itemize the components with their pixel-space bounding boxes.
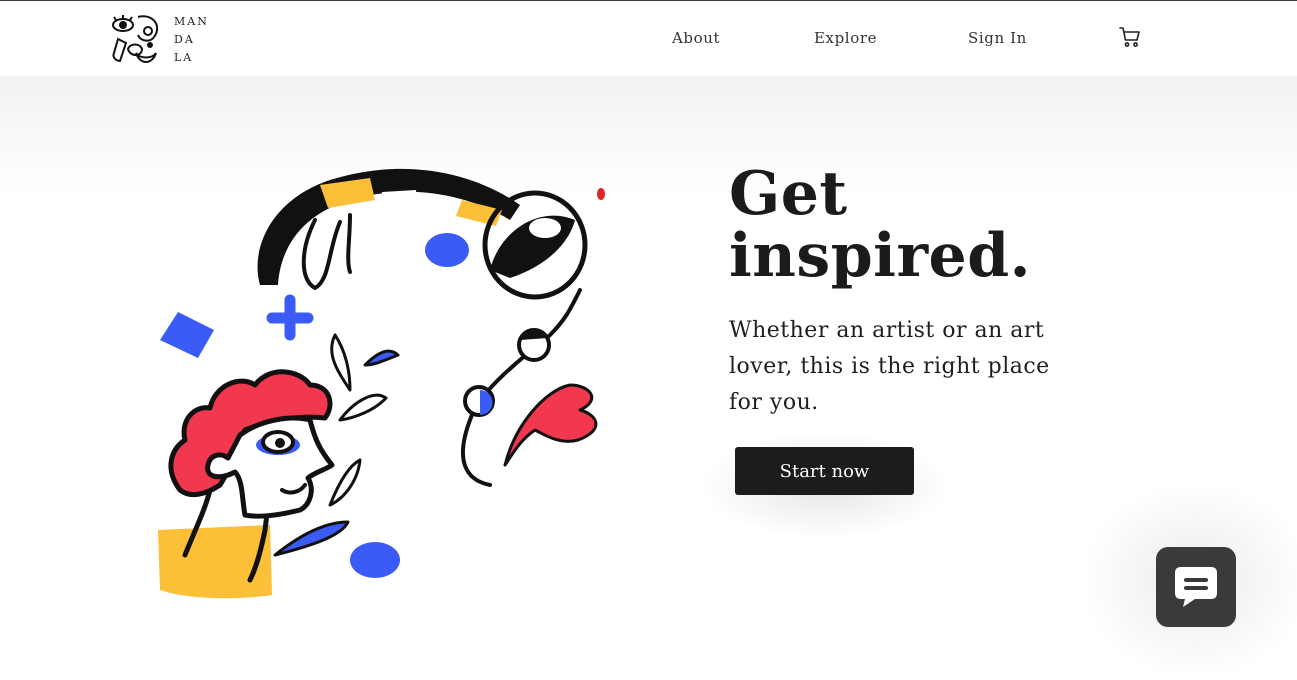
hero-subtitle: Whether an artist or an art lover, this … [729,318,1050,415]
logo-line-1: MAN [174,15,209,28]
logo-text: MAN DA LA [174,13,209,67]
mandala-logo-icon [112,15,159,63]
nav-about-link[interactable]: About [672,29,720,47]
hero-title-line-2: inspired. [729,221,1032,291]
chat-widget-button[interactable] [1156,547,1236,627]
logo[interactable]: MAN DA LA [110,13,220,67]
cart-button[interactable] [1118,25,1142,49]
logo-line-3: LA [174,51,194,64]
hero-title-line-1: Get [729,159,848,229]
nav-explore-link[interactable]: Explore [814,29,877,47]
artist-illustration-icon [158,168,605,599]
shopping-cart-icon [1119,27,1140,47]
nav-sign-in-link[interactable]: Sign In [968,29,1027,47]
site-header: MAN DA LA About Explore Sign In [0,1,1297,76]
hero-illustration [150,160,620,610]
chat-bubble-icon [1175,567,1217,607]
hero-title: Get inspired. [729,163,1031,287]
start-now-button[interactable]: Start now [735,447,914,495]
logo-line-2: DA [174,33,195,46]
